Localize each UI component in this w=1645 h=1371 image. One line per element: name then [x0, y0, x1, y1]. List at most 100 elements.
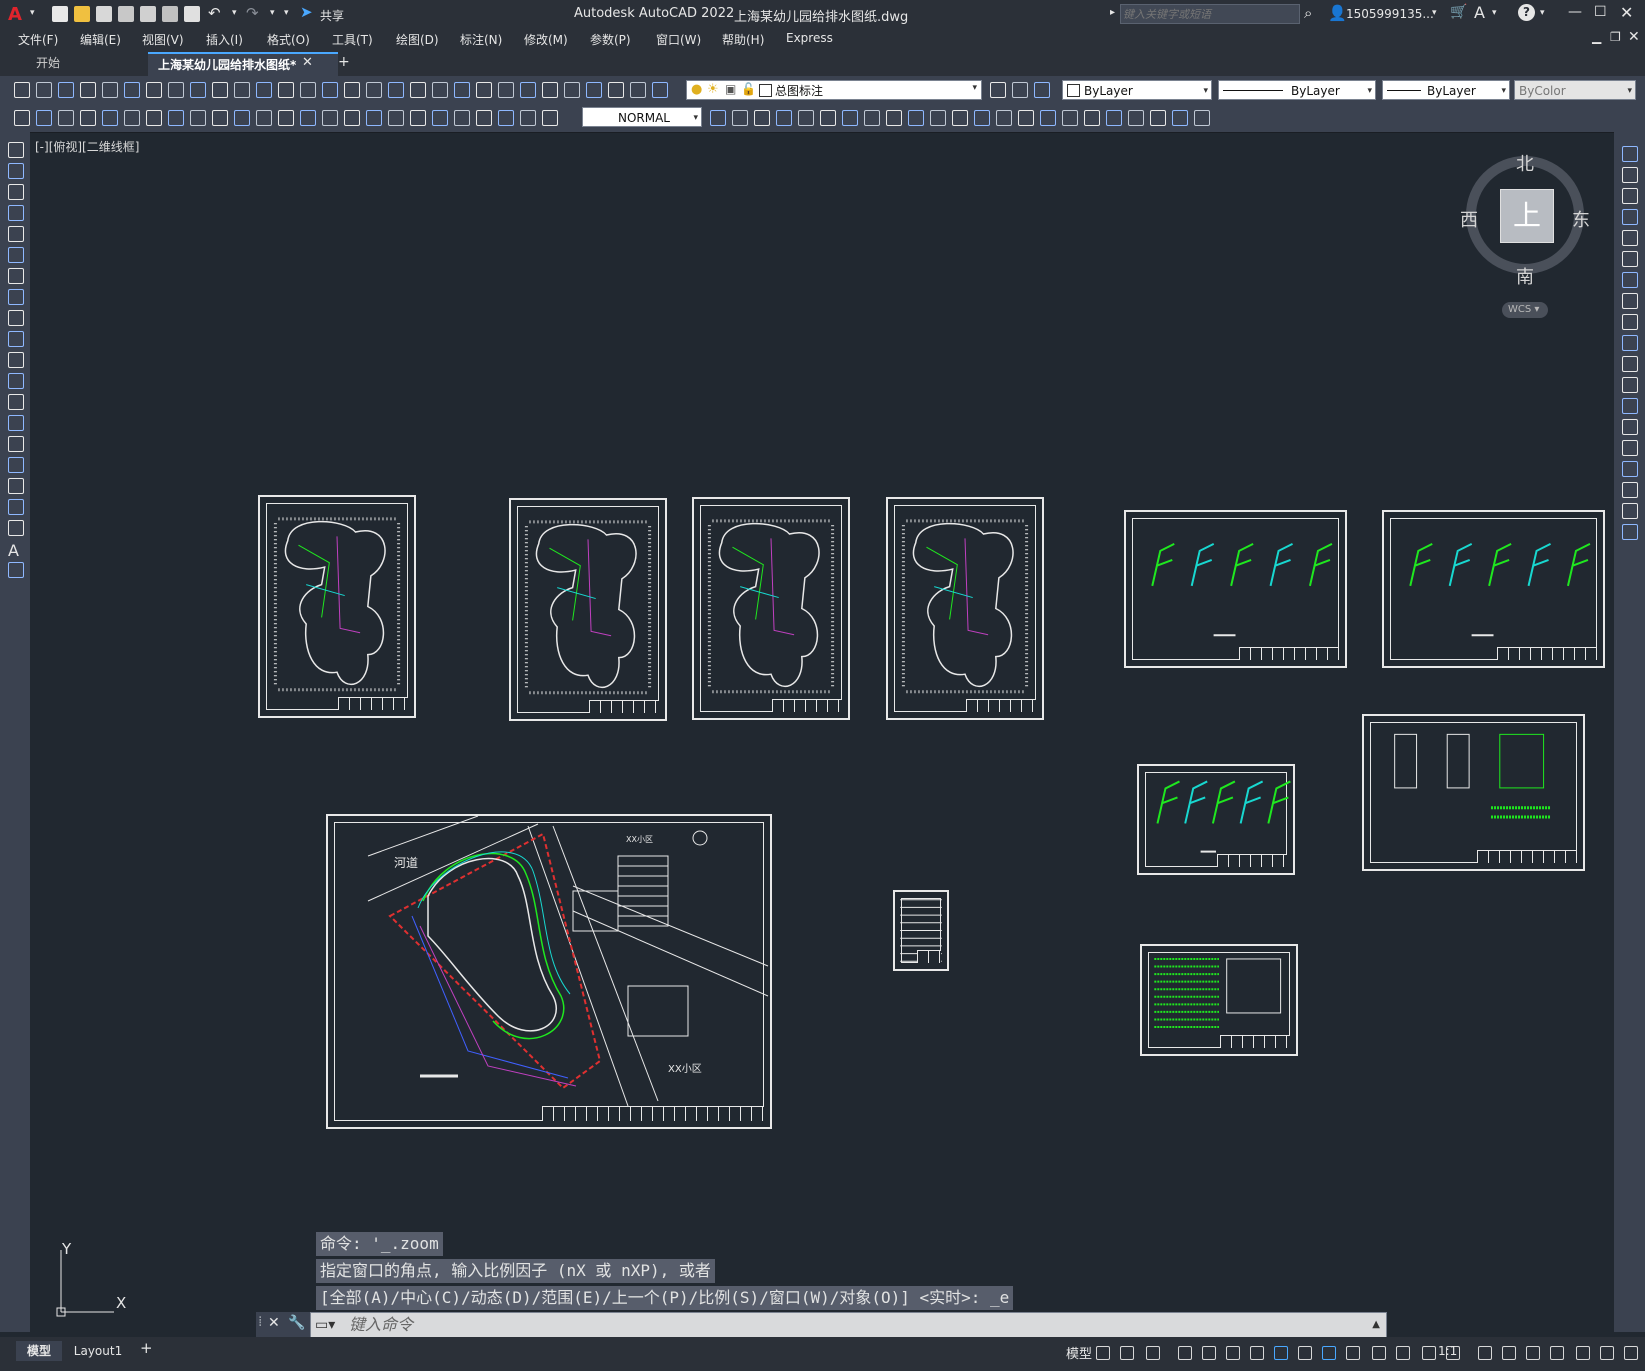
preview-icon[interactable] [1012, 82, 1028, 98]
add-selected-icon[interactable] [8, 562, 24, 578]
plot-icon[interactable] [80, 82, 96, 98]
dim-space-icon[interactable] [256, 110, 272, 126]
layer-properties-icon[interactable] [542, 82, 558, 98]
doc-restore-icon[interactable]: ❐ [1610, 30, 1621, 44]
a360-dropdown-icon[interactable]: ▾ [1492, 8, 1497, 18]
dim-linear-icon[interactable] [14, 110, 30, 126]
copy-icon[interactable] [212, 82, 228, 98]
menu-item[interactable]: 编辑(E) [80, 31, 121, 48]
redo-icon[interactable]: ↷ [246, 4, 259, 22]
menu-item[interactable]: 修改(M) [524, 31, 568, 48]
dim-baseline-icon[interactable] [212, 110, 228, 126]
qnew-icon[interactable] [608, 82, 624, 98]
cut-icon[interactable] [190, 82, 206, 98]
dim-quick-icon[interactable] [952, 110, 968, 126]
dim-jogged-icon[interactable] [886, 110, 902, 126]
menu-item[interactable]: Express [786, 31, 833, 45]
open-web-icon[interactable] [140, 6, 156, 22]
model-space-button[interactable]: 模型 [1066, 1343, 1092, 1362]
table-icon[interactable] [8, 499, 24, 515]
autocad-logo-icon[interactable]: A [8, 4, 22, 25]
units-icon[interactable] [1550, 1346, 1564, 1360]
search-expand-icon[interactable]: ▸ [1110, 7, 1115, 18]
dim-aligned-icon[interactable] [36, 110, 52, 126]
break-icon[interactable] [1622, 398, 1638, 414]
layer-dropdown-icon[interactable]: ▾ [972, 83, 977, 93]
dim-radius-icon[interactable] [864, 110, 880, 126]
menu-item[interactable]: 标注(N) [460, 31, 502, 48]
lineweight-combo[interactable]: ByLayer ▾ [1382, 80, 1510, 100]
linetype-combo[interactable]: ByLayer ▾ [1218, 80, 1376, 100]
isolate-objects-icon[interactable] [1600, 1346, 1614, 1360]
block-icon[interactable] [476, 110, 492, 126]
user-icon[interactable]: 👤 [1328, 4, 1347, 22]
scale-icon[interactable] [1622, 293, 1638, 309]
dim-arc-icon[interactable] [820, 110, 836, 126]
publish-icon[interactable] [1034, 82, 1050, 98]
workspace-icon[interactable] [1478, 1346, 1492, 1360]
dim-jogged-icon[interactable] [124, 110, 140, 126]
xref-icon[interactable] [520, 110, 536, 126]
menu-item[interactable]: 帮助(H) [722, 31, 764, 48]
user-name[interactable]: 1505999135... [1346, 7, 1434, 21]
menu-item[interactable]: 参数(P) [590, 31, 631, 48]
design-center-icon[interactable] [410, 82, 426, 98]
close-icon[interactable]: ✕ [1620, 3, 1633, 22]
autodesk-a360-icon[interactable]: A [1474, 3, 1485, 22]
explode-icon[interactable] [1622, 503, 1638, 519]
dim-update-icon[interactable] [1194, 110, 1210, 126]
new-icon[interactable] [52, 6, 68, 22]
search-input[interactable] [1120, 4, 1300, 24]
join-icon[interactable] [1622, 419, 1638, 435]
revcloud-icon[interactable] [8, 289, 24, 305]
dim-update-icon[interactable] [432, 110, 448, 126]
spline-icon[interactable] [8, 310, 24, 326]
boolean-icon[interactable] [710, 110, 726, 126]
dim-continue-icon[interactable] [996, 110, 1012, 126]
dim-linear-icon[interactable] [776, 110, 792, 126]
command-input[interactable]: ▭▾ 键入命令 ▲ [310, 1312, 1387, 1338]
dim-break-icon[interactable] [1040, 110, 1056, 126]
multiline-text-icon[interactable] [8, 520, 24, 536]
properties-palette-icon[interactable] [388, 82, 404, 98]
textstyle-dropdown-icon[interactable]: ▾ [693, 108, 698, 128]
tab-start[interactable]: 开始 [26, 52, 70, 75]
dim-text-edit-icon[interactable] [1172, 110, 1188, 126]
add-layout-button[interactable]: + [140, 1339, 153, 1357]
dim-angular-icon[interactable] [168, 110, 184, 126]
paste-icon[interactable] [234, 82, 250, 98]
dim-ordinate-icon[interactable] [80, 110, 96, 126]
markup-icon[interactable] [476, 82, 492, 98]
undo-dropdown-icon[interactable]: ▾ [232, 8, 237, 18]
annotation-visibility-icon[interactable] [1422, 1346, 1436, 1360]
design-notes-sheet[interactable] [1140, 944, 1298, 1056]
blend-icon[interactable] [1622, 482, 1638, 498]
properties-icon[interactable] [146, 82, 162, 98]
system-diagram-sheet[interactable] [1124, 510, 1347, 668]
polyline-icon[interactable] [8, 184, 24, 200]
inspect-icon[interactable] [1106, 110, 1122, 126]
ellipse-arc-icon[interactable] [8, 352, 24, 368]
layer-freeze-icon[interactable]: ☀ [707, 82, 719, 97]
tool-palettes-icon[interactable] [432, 82, 448, 98]
customize-qat-icon[interactable]: ▾ [284, 8, 289, 18]
dim-diameter-icon[interactable] [146, 110, 162, 126]
line-icon[interactable] [8, 142, 24, 158]
annotation-monitor-icon[interactable] [1526, 1346, 1540, 1360]
color-combo[interactable]: ByLayer ▾ [1062, 80, 1212, 100]
object-snap-tracking-icon[interactable] [1298, 1346, 1312, 1360]
dim-quick-icon[interactable] [190, 110, 206, 126]
saveas-icon[interactable] [118, 6, 134, 22]
solid-icon[interactable] [754, 110, 770, 126]
break-at-point-icon[interactable] [1622, 377, 1638, 393]
undo-icon[interactable] [256, 82, 272, 98]
compass-east[interactable]: 东 [1572, 206, 1590, 232]
layer-vp-icon[interactable]: ▣ [725, 82, 736, 96]
inspect-icon[interactable] [344, 110, 360, 126]
rectangle-icon[interactable] [8, 226, 24, 242]
tolerance-icon[interactable] [1062, 110, 1078, 126]
gradient-icon[interactable] [8, 457, 24, 473]
dim-ordinate-icon[interactable] [842, 110, 858, 126]
model-tab[interactable]: 模型 [16, 1341, 62, 1361]
arc-icon[interactable] [8, 247, 24, 263]
